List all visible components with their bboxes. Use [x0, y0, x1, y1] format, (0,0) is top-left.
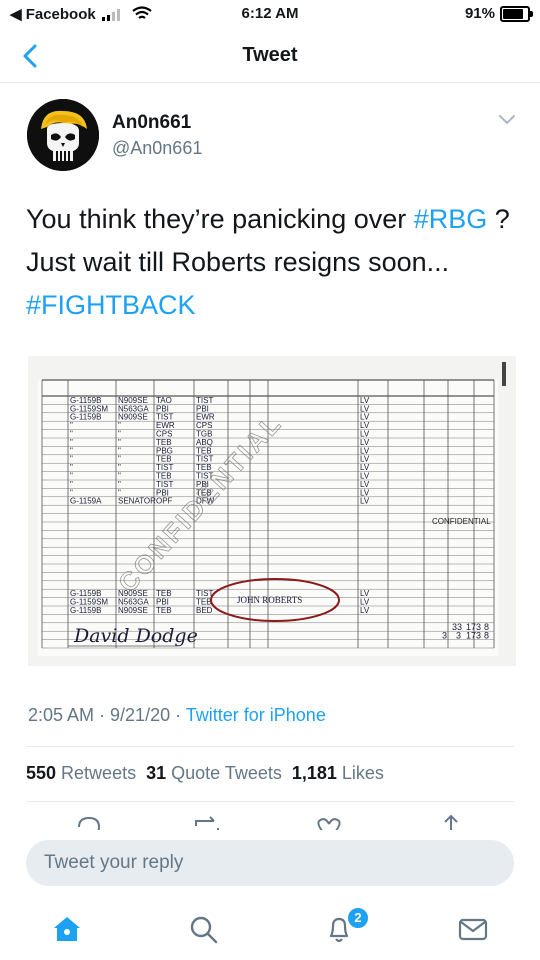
divider — [26, 801, 514, 802]
tweet-text: You think they’re panicking over #RBG ? … — [26, 198, 516, 327]
tweet-meta: 2:05 AM · 9/21/20 · Twitter for iPhone — [28, 705, 326, 726]
engagement-stats: 550 Retweets 31 Quote Tweets 1,181 Likes — [26, 763, 384, 784]
log-cell: G-1159B — [70, 413, 101, 422]
avatar[interactable] — [27, 99, 99, 171]
search-icon[interactable] — [186, 912, 220, 946]
likes-count: 1,181 — [291, 763, 337, 783]
battery-fill — [503, 8, 524, 19]
log-cell: LV — [360, 606, 370, 615]
status-right: 91% — [440, 5, 533, 22]
notifications-badge: 2 — [346, 906, 370, 930]
tweet-image[interactable]: G-1159B N909SE TAO TIST LV G-1159SM N563GA PBI P… — [28, 356, 516, 666]
status-bar: ◀ Facebook 6:12 AM 91% — [0, 0, 540, 28]
log-total: 8 — [484, 631, 489, 641]
margin-confidential-note: CONFIDENTIAL — [432, 517, 491, 526]
punisher-skull-avatar-icon — [27, 99, 99, 171]
log-cell: BED — [196, 606, 213, 615]
like-icon[interactable] — [314, 812, 344, 830]
log-cell: OPF — [156, 497, 173, 506]
log-cell: TEB — [156, 606, 172, 615]
divider — [26, 746, 514, 747]
reply-input[interactable]: Tweet your reply — [26, 840, 514, 886]
flight-log-document: G-1159B N909SE TAO TIST LVG-1159SM N563GA PBI P… — [28, 356, 516, 666]
share-icon[interactable] — [436, 812, 466, 830]
tweet-actions — [0, 812, 540, 830]
home-icon[interactable] — [50, 912, 84, 946]
log-cell: LV — [360, 497, 370, 506]
retweets-count: 550 — [26, 763, 57, 783]
quotes-count: 31 — [146, 763, 167, 783]
likes-label: Likes — [341, 763, 384, 783]
chevron-down-icon[interactable] — [498, 114, 516, 126]
likes-stat[interactable]: 1,181 Likes — [292, 763, 384, 784]
quotes-label: Quote Tweets — [171, 763, 282, 783]
reply-icon[interactable] — [74, 812, 104, 830]
tweet-source-link[interactable]: Twitter for iPhone — [186, 705, 326, 725]
tweet-text-part1: You think they’re panicking over — [26, 204, 414, 234]
battery-percent: 91% — [464, 5, 495, 22]
circled-name: JOHN ROBERTS — [237, 595, 302, 605]
log-cell: G-1159A — [70, 497, 102, 506]
tweet-timestamp: 2:05 AM · 9/21/20 · — [28, 705, 186, 725]
navigation-bar: Tweet — [0, 30, 540, 83]
log-total: 173 — [466, 631, 481, 641]
battery-icon — [500, 5, 533, 22]
retweets-stat[interactable]: 550 Retweets — [26, 763, 136, 784]
reply-placeholder: Tweet your reply — [44, 852, 184, 873]
author-display-name[interactable]: An0n661 — [112, 112, 191, 134]
log-total: 3 — [456, 631, 461, 641]
log-total: 3 — [442, 631, 447, 641]
cellular-signal-icon — [102, 9, 120, 21]
messages-icon[interactable] — [456, 912, 490, 946]
quote-tweets-stat[interactable]: 31 Quote Tweets — [146, 763, 282, 784]
tab-bar — [0, 900, 540, 960]
page-title: Tweet — [242, 44, 298, 66]
hashtag-fightback[interactable]: #FIGHTBACK — [26, 290, 196, 320]
retweet-icon[interactable] — [192, 812, 222, 830]
wifi-icon — [132, 6, 152, 19]
hashtag-rbg[interactable]: #RBG — [414, 204, 488, 234]
signal-icon — [0, 8, 20, 20]
log-cell: SENATOR — [118, 497, 156, 506]
log-cell: N909SE — [118, 413, 148, 422]
retweets-label: Retweets — [61, 763, 137, 783]
author-handle[interactable]: @An0n661 — [112, 138, 202, 159]
pilot-signature: David Dodge — [73, 625, 198, 647]
log-cell: G-1159B — [70, 606, 101, 615]
log-cell: N909SE — [118, 606, 148, 615]
